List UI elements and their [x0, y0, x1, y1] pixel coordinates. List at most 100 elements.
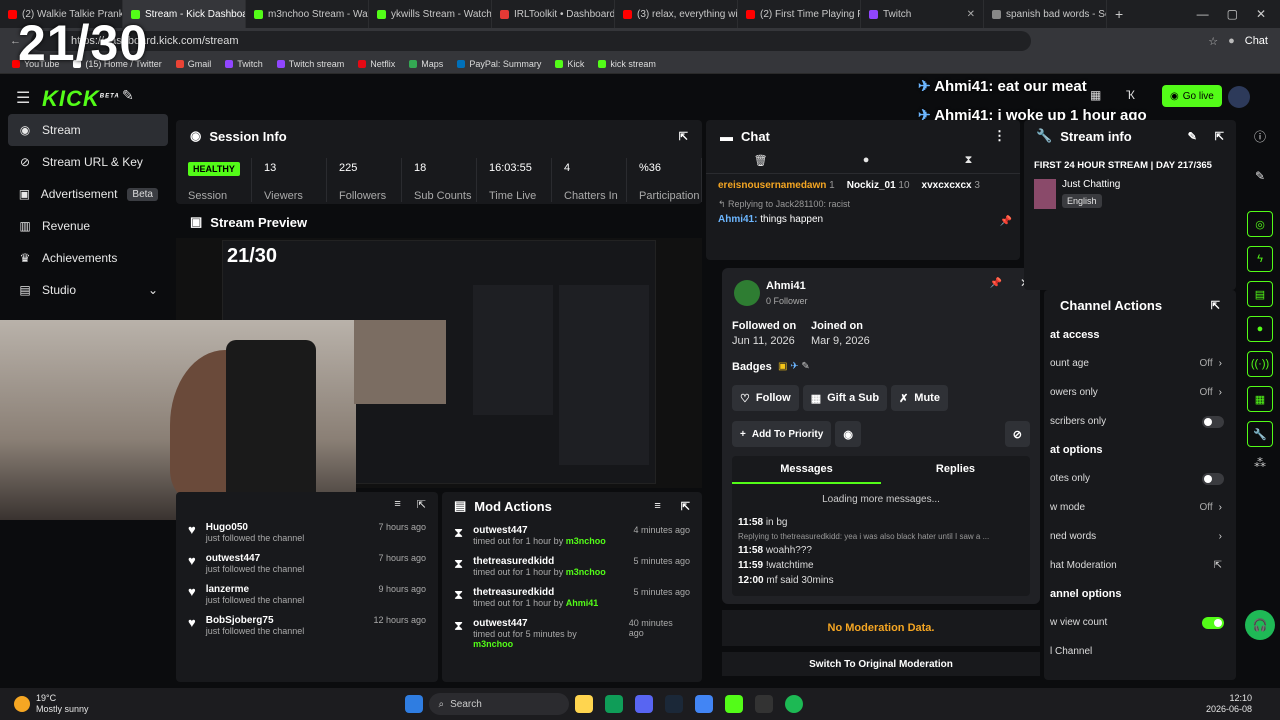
moderator-name[interactable]: m3nchoo: [473, 639, 513, 649]
bookmark[interactable]: PayPal: Summary: [457, 59, 541, 69]
bookmark[interactable]: Twitch stream: [276, 59, 344, 69]
top-chatter[interactable]: ereisnousernamedawn 1: [718, 180, 835, 191]
category-name[interactable]: Just Chatting: [1062, 179, 1120, 190]
more-icon[interactable]: ⋮: [993, 128, 1006, 144]
close-window-icon[interactable]: ✕: [1256, 7, 1266, 21]
channel-setting-row[interactable]: otes only: [1050, 464, 1236, 493]
eye-button[interactable]: ◉: [835, 421, 861, 447]
popout-icon[interactable]: ⇱: [679, 130, 688, 143]
browser-tab[interactable]: Twitch ✕: [861, 0, 984, 28]
new-tab-icon[interactable]: +: [1115, 6, 1123, 22]
support-icon[interactable]: 🎧: [1245, 610, 1275, 640]
channel-setting-row[interactable]: w mode Off ›: [1050, 493, 1236, 522]
top-chatter[interactable]: xvxcxcxcx 3: [922, 180, 980, 191]
tab-messages[interactable]: Messages: [732, 456, 881, 484]
channel-setting-row[interactable]: l Channel: [1050, 637, 1236, 666]
pin-icon[interactable]: ✎: [122, 87, 134, 104]
browser-tab[interactable]: (3) relax, everything wil✕: [615, 0, 738, 28]
sidebar-item-achievements[interactable]: ♛ Achievements: [0, 242, 176, 274]
mod-action-user[interactable]: thetreasuredkidd: [473, 556, 606, 567]
filter-icon[interactable]: ≡: [394, 498, 400, 511]
info-icon[interactable]: ⓘ: [1240, 128, 1280, 145]
browser-tab[interactable]: m3nchoo Stream - Wat✕: [246, 0, 369, 28]
spotify-icon[interactable]: [784, 695, 803, 713]
url-field[interactable]: https://dashboard.kick.com/stream: [31, 31, 1031, 51]
browser-tab[interactable]: ykwills Stream - Watch✕: [369, 0, 492, 28]
switch-moderation-button[interactable]: Switch To Original Moderation: [722, 652, 1040, 676]
activity-user[interactable]: Hugo050: [206, 522, 305, 533]
popup-username[interactable]: Ahmi41: [766, 280, 806, 292]
broadcast-icon[interactable]: ((·)): [1247, 351, 1273, 377]
steam-icon[interactable]: [664, 695, 683, 713]
chat-button[interactable]: Chat: [1245, 35, 1268, 47]
channel-setting-row[interactable]: hat Moderation ⇱: [1050, 551, 1236, 580]
edge-icon[interactable]: [604, 695, 623, 713]
ban-button[interactable]: ⊘: [1004, 421, 1030, 447]
pin-icon[interactable]: 📌: [990, 278, 1002, 289]
top-chatter[interactable]: Nockiz_01 10: [847, 180, 910, 191]
sidebar-item-studio[interactable]: ▤ Studio ⌄: [0, 274, 176, 306]
taskbar-search[interactable]: ⌕ Search: [428, 693, 569, 715]
chrome-icon[interactable]: [694, 695, 713, 713]
chat-bubble-icon[interactable]: ●: [1247, 316, 1273, 342]
bookmark[interactable]: Twitch: [225, 59, 263, 69]
browser-tab[interactable]: (2) First Time Playing F✕: [738, 0, 861, 28]
tab-replies[interactable]: Replies: [881, 456, 1030, 484]
weather-widget[interactable]: 19°C Mostly sunny: [36, 693, 89, 715]
kick-app-icon[interactable]: [724, 695, 743, 713]
popout-icon[interactable]: ⇱: [1211, 299, 1220, 312]
tab-close-icon[interactable]: ✕: [967, 9, 975, 20]
toggle-switch[interactable]: [1202, 616, 1224, 629]
channel-setting-row[interactable]: w view count: [1050, 608, 1236, 637]
tool-icon[interactable]: 🔧: [1247, 421, 1273, 447]
obs-icon[interactable]: [754, 695, 773, 713]
popout-icon[interactable]: ⇱: [417, 498, 426, 511]
moderator-name[interactable]: Ahmi41: [566, 598, 599, 608]
minimize-icon[interactable]: —: [1197, 7, 1209, 21]
shortcut-icon[interactable]: ▦: [1090, 88, 1101, 102]
sidebar-item-stream[interactable]: ◉ Stream: [8, 114, 168, 146]
mute-button[interactable]: ✗ Mute: [891, 385, 948, 411]
camera-icon[interactable]: ◎: [1247, 211, 1273, 237]
moderator-name[interactable]: m3nchoo: [566, 536, 606, 546]
menu-icon[interactable]: ☰: [16, 88, 30, 108]
share-icon[interactable]: ⁂: [1240, 456, 1280, 470]
gift-sub-button[interactable]: ▦ Gift a Sub: [802, 385, 888, 411]
toggle-switch[interactable]: [1202, 472, 1224, 485]
edit-icon[interactable]: ✎: [1188, 130, 1197, 143]
activity-user[interactable]: outwest447: [206, 553, 305, 564]
sidebar-item-advertisement[interactable]: ▣ Advertisement Beta: [0, 178, 176, 210]
trash-icon[interactable]: 🗑: [754, 154, 768, 167]
edit-icon[interactable]: ✎: [1240, 169, 1280, 183]
follow-button[interactable]: ♡ Follow: [732, 385, 799, 411]
mod-action-user[interactable]: outwest447: [473, 618, 619, 629]
bubble-icon[interactable]: ●: [863, 154, 870, 167]
channel-setting-row[interactable]: ned words ›: [1050, 522, 1236, 551]
browser-tab[interactable]: spanish bad words - Se✕: [984, 0, 1107, 28]
sidebar-item-revenue[interactable]: ▥ Revenue: [0, 210, 176, 242]
clock[interactable]: 12:10 2026-06-08: [1206, 693, 1252, 715]
profile-icon[interactable]: ●: [1228, 35, 1235, 47]
bookmark[interactable]: kick stream: [598, 59, 656, 69]
add-priority-button[interactable]: + Add To Priority: [732, 421, 832, 447]
pin-icon[interactable]: 📌: [1000, 216, 1012, 227]
activity-user[interactable]: lanzerme: [206, 584, 305, 595]
mod-action-user[interactable]: outwest447: [473, 525, 606, 536]
filter-icon[interactable]: ≡: [654, 500, 660, 512]
bookmark[interactable]: Kick: [555, 59, 584, 69]
activity-user[interactable]: BobSjoberg75: [206, 615, 305, 626]
bookmark[interactable]: Maps: [409, 59, 443, 69]
toggle-switch[interactable]: [1202, 415, 1224, 428]
channel-setting-row[interactable]: ount age Off ›: [1050, 349, 1236, 378]
channel-setting-row[interactable]: scribers only: [1050, 407, 1236, 436]
avatar[interactable]: [1228, 86, 1250, 108]
channel-setting-row[interactable]: owers only Off ›: [1050, 378, 1236, 407]
bookmark[interactable]: Netflix: [358, 59, 395, 69]
chat-username[interactable]: Ahmi41:: [718, 214, 757, 225]
popout-icon[interactable]: ⇱: [1215, 130, 1224, 143]
go-live-button[interactable]: ◉ Go live: [1162, 85, 1222, 107]
layers-icon[interactable]: ▦: [1247, 386, 1273, 412]
mod-action-user[interactable]: thetreasuredkidd: [473, 587, 598, 598]
chat-message[interactable]: Ahmi41: things happen: [706, 212, 1020, 227]
kick-logo[interactable]: KICKBETA: [42, 86, 120, 112]
